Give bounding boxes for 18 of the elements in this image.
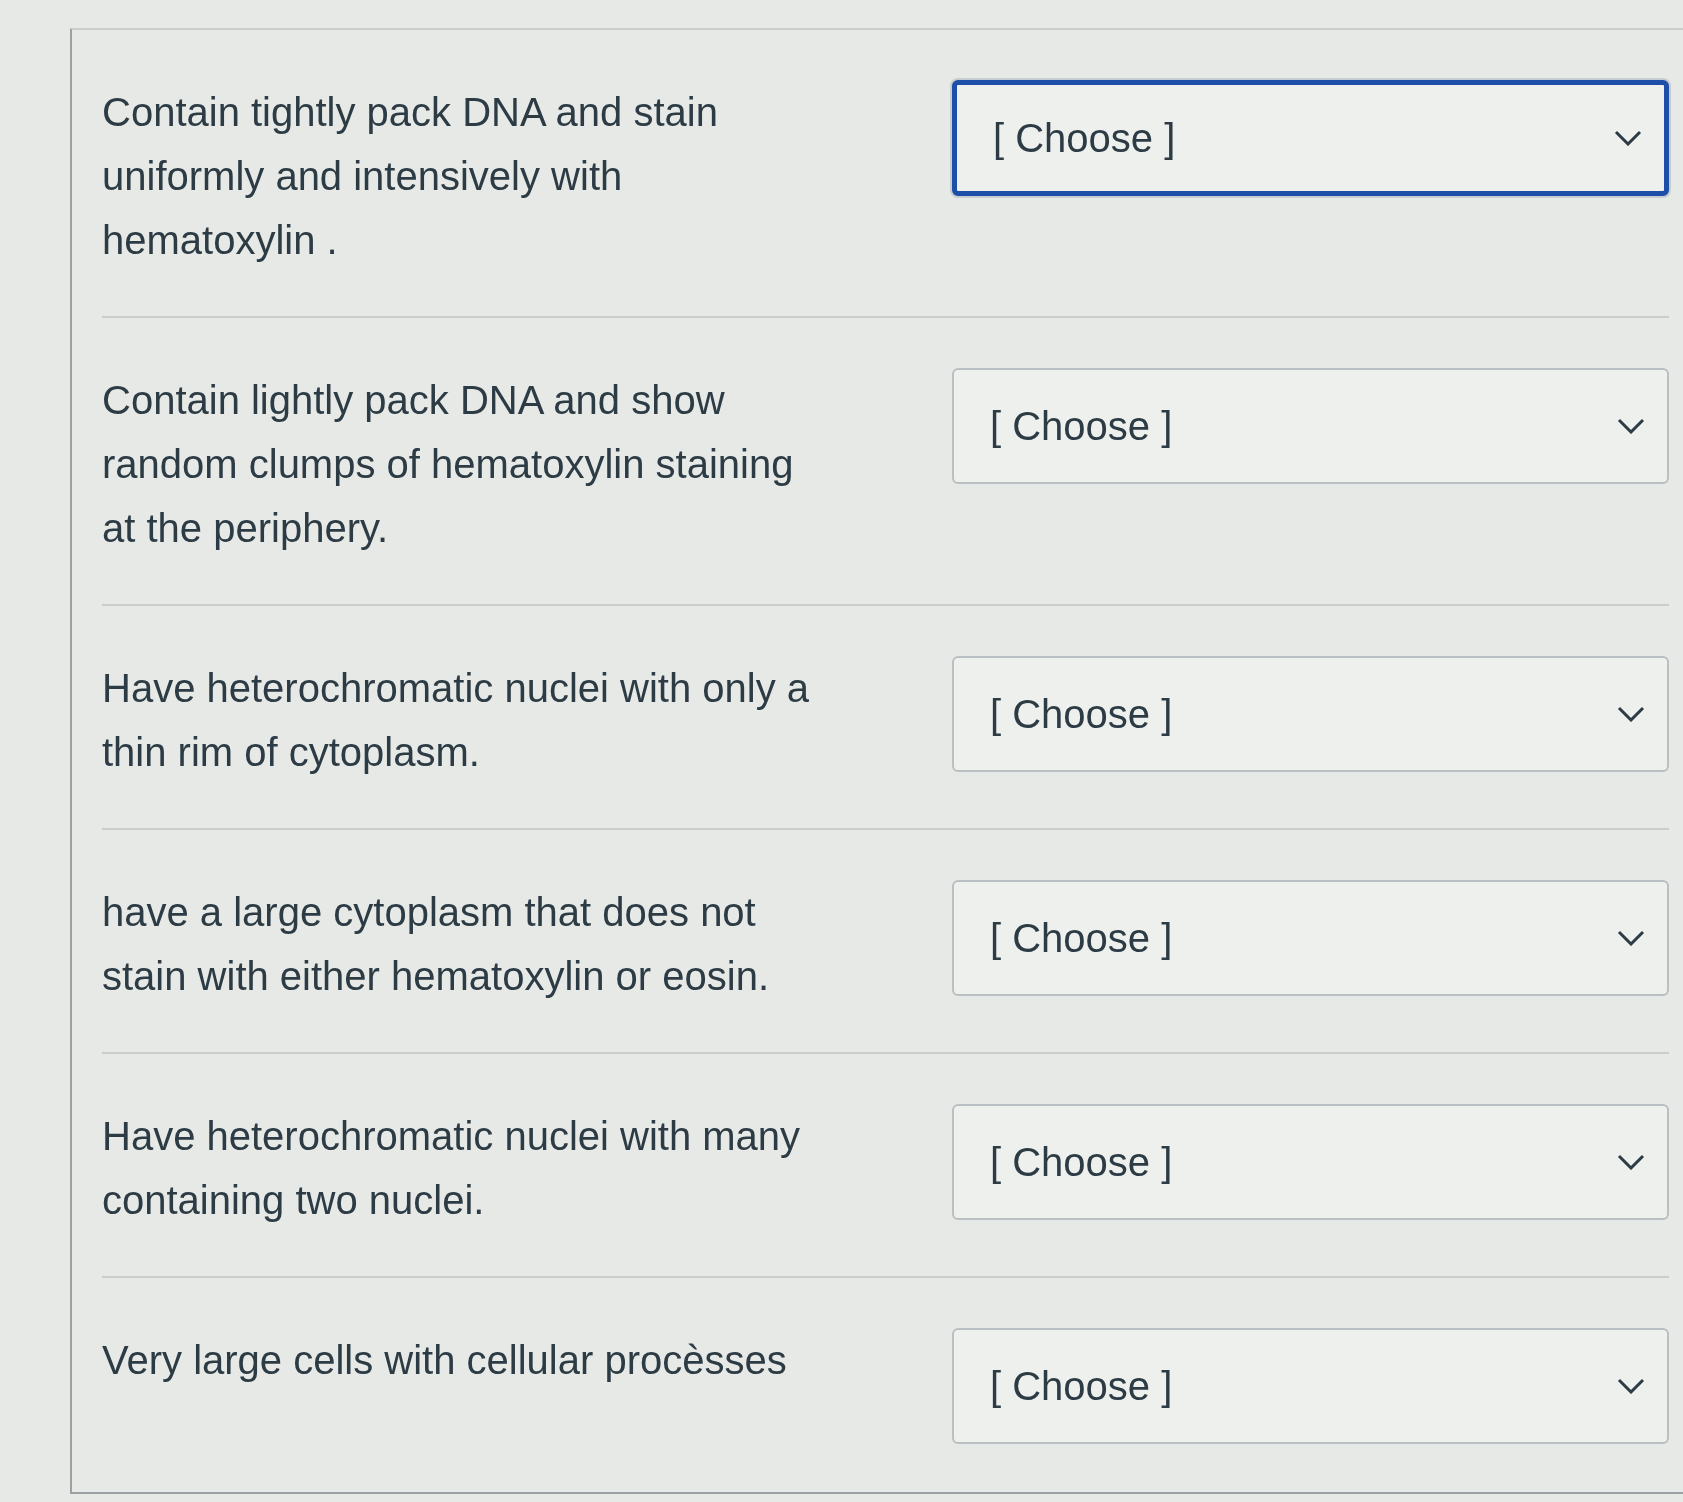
chevron-down-icon <box>1617 418 1645 434</box>
question-text: Have heterochromatic nuclei with many containing two nuclei. <box>102 1113 802 1224</box>
question-text: have a large cytoplasm that does not stain with either hematoxylin or eosin. <box>102 889 770 1000</box>
question-text: Contain lightly pack DNA and show random clumps of hematoxylin staining at the periphery. <box>102 377 795 552</box>
chevron-down-icon <box>1617 930 1645 946</box>
chevron-down-icon <box>1614 130 1642 146</box>
chevron-down-icon <box>1617 706 1645 722</box>
answer-dropdown[interactable]: [ Choose ] <box>952 880 1669 996</box>
answer-dropdown[interactable]: [ Choose ] <box>952 80 1669 196</box>
question-text: Contain tightly pack DNA and stain uniformly and intensively with hematoxylin . <box>102 89 719 264</box>
chevron-down-icon <box>1617 1154 1645 1170</box>
chevron-down-icon <box>1617 1378 1645 1394</box>
question-text: Very large cells with cellular procèsses <box>102 1337 788 1384</box>
answer-dropdown[interactable]: [ Choose ] <box>952 1328 1669 1444</box>
answer-dropdown[interactable]: [ Choose ] <box>952 656 1669 772</box>
question-text: Have heterochromatic nuclei with only a thin rim of cytoplasm. <box>102 665 810 776</box>
answer-dropdown[interactable]: [ Choose ] <box>952 1104 1669 1220</box>
answer-dropdown[interactable]: [ Choose ] <box>952 368 1669 484</box>
